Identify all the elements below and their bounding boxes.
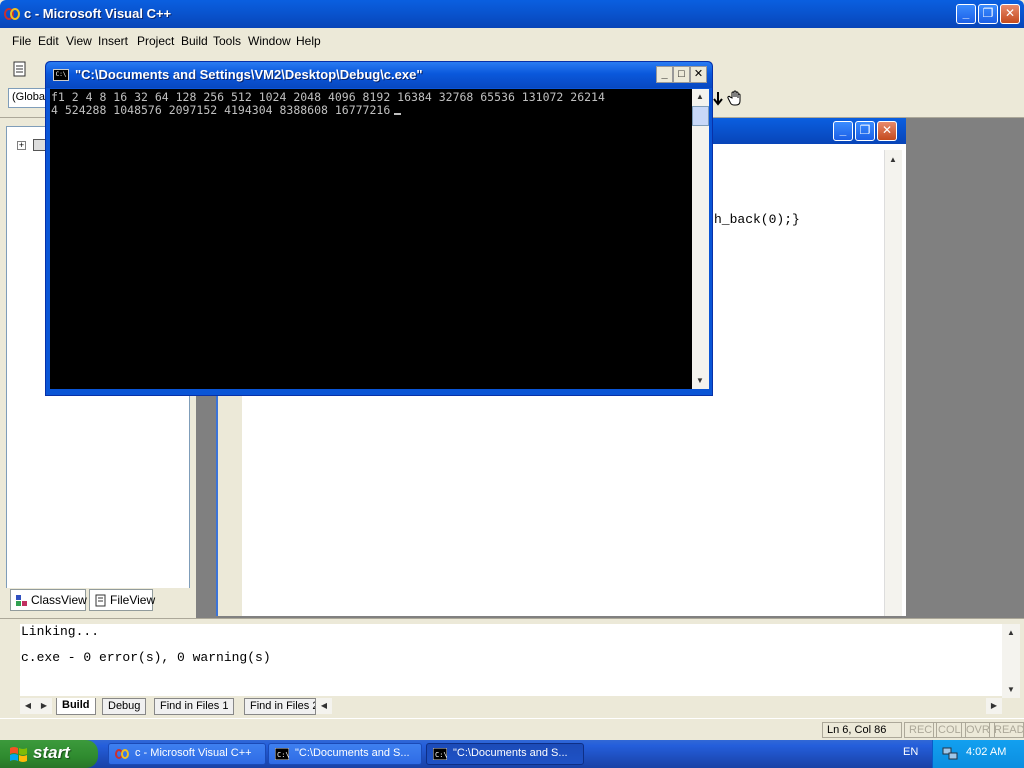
status-position: Ln 6, Col 86 <box>822 722 902 738</box>
console-scroll-down-icon[interactable]: ▼ <box>692 373 708 389</box>
editor-code-text[interactable]: h_back(0);} <box>714 212 800 227</box>
hand-icon[interactable] <box>727 89 745 107</box>
console-task-icon: C:\ <box>275 748 289 760</box>
close-button[interactable]: ✕ <box>1000 4 1020 24</box>
output-scroll-up-icon[interactable]: ▲ <box>1003 625 1019 641</box>
output-hscroll-right-icon[interactable]: ▶ <box>986 698 1002 714</box>
tree-expand-icon[interactable]: + <box>17 141 26 150</box>
editor-scrollbar[interactable]: ▲ <box>884 150 902 616</box>
windows-logo-icon <box>10 747 27 762</box>
console-output[interactable]: f1 2 4 8 16 32 64 128 256 512 1024 2048 … <box>50 89 692 389</box>
tab-find-in-files-1[interactable]: Find in Files 1 <box>154 698 235 715</box>
classview-icon <box>16 595 27 606</box>
console-scroll-thumb[interactable] <box>692 106 709 126</box>
console-title: "C:\Documents and Settings\VM2\Desktop\D… <box>75 67 423 82</box>
tab-debug[interactable]: Debug <box>102 698 147 715</box>
editor-minimize-button[interactable]: _ <box>833 121 853 141</box>
tab-scroll-left-icon[interactable]: ◀ <box>20 698 36 714</box>
output-scroll-down-icon[interactable]: ▼ <box>1003 682 1019 698</box>
output-hscroll-left-icon[interactable]: ◀ <box>316 698 332 714</box>
taskbar-button-label-1: c - Microsoft Visual C++ <box>135 747 252 759</box>
tab-scroll-right-icon[interactable]: ▶ <box>36 698 52 714</box>
console-window[interactable]: C:\ "C:\Documents and Settings\VM2\Deskt… <box>45 61 713 396</box>
fileview-icon <box>95 594 106 607</box>
menu-view[interactable]: View <box>66 34 92 48</box>
minimize-button[interactable]: _ <box>956 4 976 24</box>
output-text-area[interactable]: Linking... c.exe - 0 error(s), 0 warning… <box>20 624 1002 696</box>
menu-tools[interactable]: Tools <box>213 34 241 48</box>
taskbar-button-label-3: "C:\Documents and S... <box>453 747 568 759</box>
console-line-2: 4 524288 1048576 2097152 4194304 8388608… <box>51 103 391 117</box>
console-scrollbar[interactable]: ▲ ▼ <box>692 89 709 389</box>
taskbar-button-label-2: "C:\Documents and S... <box>295 747 410 759</box>
new-file-icon[interactable] <box>11 60 29 78</box>
output-line-1: Linking... <box>21 624 100 639</box>
main-title-bar[interactable]: c - Microsoft Visual C++ _ ❐ ✕ <box>0 0 1024 28</box>
main-window-title: c - Microsoft Visual C++ <box>24 6 172 21</box>
visual-cpp-icon <box>4 8 20 20</box>
editor-close-button[interactable]: ✕ <box>877 121 897 141</box>
tab-fileview-label: FileView <box>110 593 156 607</box>
taskbar-button-visual-cpp[interactable]: c - Microsoft Visual C++ <box>108 743 266 765</box>
network-icon[interactable] <box>942 745 958 761</box>
console-task-icon: C:\ <box>433 748 447 760</box>
tab-fileview[interactable]: FileView <box>89 589 156 611</box>
menu-project[interactable]: Project <box>137 34 174 48</box>
svg-text:C:\: C:\ <box>435 751 447 759</box>
menu-window[interactable]: Window <box>248 34 291 48</box>
language-indicator[interactable]: EN <box>903 746 918 758</box>
start-label: start <box>33 743 70 762</box>
taskbar-button-console-2[interactable]: C:\ "C:\Documents and S... <box>426 743 584 765</box>
output-line-2: c.exe - 0 error(s), 0 warning(s) <box>21 650 271 665</box>
menu-build[interactable]: Build <box>181 34 208 48</box>
menu-edit[interactable]: Edit <box>38 34 59 48</box>
console-close-button[interactable]: ✕ <box>690 66 707 83</box>
console-maximize-button[interactable]: □ <box>673 66 690 83</box>
class-combo[interactable]: (Globa <box>8 88 48 108</box>
console-scroll-up-icon[interactable]: ▲ <box>692 89 708 105</box>
tab-find-in-files-2[interactable]: Find in Files 2 <box>244 698 316 715</box>
scroll-up-arrow-icon[interactable]: ▲ <box>885 152 901 168</box>
tab-build[interactable]: Build <box>56 698 96 715</box>
editor-title-bar[interactable]: _ ❐ ✕ <box>700 118 906 144</box>
console-cursor <box>394 113 402 115</box>
editor-restore-button[interactable]: ❐ <box>855 121 875 141</box>
tab-classview-label: ClassView <box>31 593 87 607</box>
console-icon: C:\ <box>53 69 69 81</box>
console-title-bar[interactable]: C:\ "C:\Documents and Settings\VM2\Deskt… <box>46 62 712 88</box>
taskbar-clock[interactable]: 4:02 AM <box>966 746 1006 758</box>
restore-button[interactable]: ❐ <box>978 4 998 24</box>
tab-classview[interactable]: ClassView <box>10 589 87 611</box>
taskbar-button-console-1[interactable]: C:\ "C:\Documents and S... <box>268 743 422 765</box>
svg-text:C:\: C:\ <box>277 751 289 759</box>
status-read: READ <box>989 722 1024 738</box>
output-scrollbar[interactable]: ▲ ▼ <box>1002 624 1020 698</box>
menu-insert[interactable]: Insert <box>98 34 128 48</box>
console-minimize-button[interactable]: _ <box>656 66 673 83</box>
menu-file[interactable]: File <box>12 34 31 48</box>
console-line-1: f1 2 4 8 16 32 64 128 256 512 1024 2048 … <box>51 90 605 104</box>
visual-cpp-task-icon <box>115 749 129 759</box>
menu-help[interactable]: Help <box>296 34 321 48</box>
menu-bar: File Edit View Insert Project Build Tool… <box>0 28 1024 54</box>
editor-gutter <box>218 396 242 616</box>
